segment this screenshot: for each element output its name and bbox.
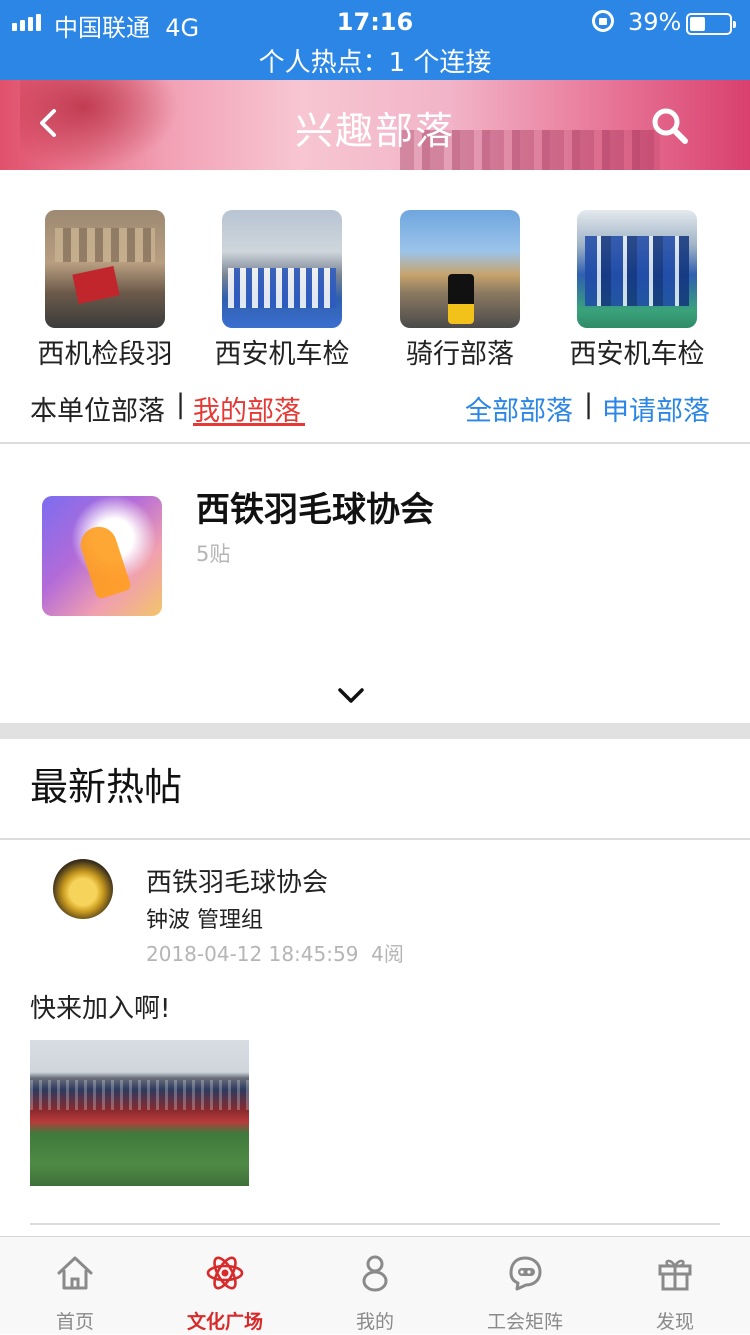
app-header: 兴趣部落 <box>0 80 750 170</box>
featured-tribes: 西机检段羽 西安机车检 骑行部落 西安机车检 <box>0 210 750 370</box>
divider <box>30 1223 720 1225</box>
tribe-thumbnail <box>577 210 697 328</box>
tab-separator: | <box>176 389 186 420</box>
nav-mine[interactable]: 我的 <box>300 1237 450 1335</box>
tribe-name: 西安机车检 <box>569 339 705 370</box>
status-bar: 中国联通 4G 17:16 39% 个人热点：1 个连接 <box>0 0 750 80</box>
nav-label: 工会矩阵 <box>486 1311 563 1333</box>
gift-icon <box>658 1259 692 1291</box>
tribe-title: 西铁羽毛球协会 <box>196 490 434 530</box>
post-image[interactable] <box>30 1040 249 1186</box>
tribe-card[interactable]: 西安机车检 <box>552 210 722 371</box>
all-tribes-link[interactable]: 全部部落 <box>465 389 573 428</box>
tribe-name: 西安机车检 <box>214 339 350 370</box>
nav-label: 我的 <box>355 1311 394 1333</box>
battery-percent: 39% <box>628 8 682 36</box>
section-gap <box>0 723 750 739</box>
atom-icon <box>206 1256 244 1290</box>
tribe-tabs: 本单位部落 | 我的部落 全部部落 | 申请部落 <box>0 385 750 433</box>
nav-discover[interactable]: 发现 <box>600 1237 750 1335</box>
nav-label: 发现 <box>655 1311 694 1333</box>
bottom-nav: 首页 文化广场 我的 工会矩阵 发现 <box>0 1236 750 1334</box>
tribe-name: 骑行部落 <box>406 339 514 370</box>
post-timestamp: 2018-04-12 18:45:59 <box>146 942 359 966</box>
tribe-card[interactable]: 西机检段羽 <box>20 210 190 371</box>
tribe-name: 西机检段羽 <box>37 339 173 370</box>
tribe-card[interactable]: 骑行部落 <box>375 210 545 371</box>
post-author: 钟波 管理组 <box>146 908 263 933</box>
person-icon <box>362 1255 388 1292</box>
active-tab-underline <box>193 423 305 426</box>
tribe-thumbnail <box>400 210 520 328</box>
nav-union-matrix[interactable]: 工会矩阵 <box>450 1237 600 1335</box>
nav-label: 文化广场 <box>186 1311 263 1333</box>
section-title: 最新热帖 <box>30 765 183 809</box>
page-title: 兴趣部落 <box>294 109 455 153</box>
battery-icon <box>686 13 736 35</box>
tab-unit-tribes[interactable]: 本单位部落 <box>30 389 165 428</box>
post-meta: 2018-04-12 18:45:59 4阅 <box>146 938 404 967</box>
nav-label: 首页 <box>55 1311 94 1333</box>
divider <box>0 442 750 444</box>
tribe-post-count: 5贴 <box>196 542 231 566</box>
post-group-name: 西铁羽毛球协会 <box>146 868 329 898</box>
tribe-card[interactable]: 西安机车检 <box>197 210 367 371</box>
link-separator: | <box>584 389 594 420</box>
post-read-count: 4阅 <box>371 942 404 966</box>
chat-robot-icon <box>509 1256 542 1291</box>
tribe-thumbnail <box>45 210 165 328</box>
nav-culture-square[interactable]: 文化广场 <box>150 1237 300 1335</box>
search-icon[interactable] <box>650 106 690 146</box>
chevron-down-icon[interactable] <box>336 684 366 708</box>
avatar[interactable] <box>53 859 113 919</box>
hotspot-banner[interactable]: 个人热点：1 个连接 <box>0 42 750 79</box>
divider <box>0 838 750 840</box>
nav-home[interactable]: 首页 <box>0 1237 150 1335</box>
home-icon <box>57 1256 93 1290</box>
post-text: 快来加入啊! <box>30 994 171 1024</box>
rotation-lock-icon <box>592 10 614 32</box>
apply-tribe-link[interactable]: 申请部落 <box>602 389 710 428</box>
tribe-logo <box>42 496 162 616</box>
tribe-thumbnail <box>222 210 342 328</box>
